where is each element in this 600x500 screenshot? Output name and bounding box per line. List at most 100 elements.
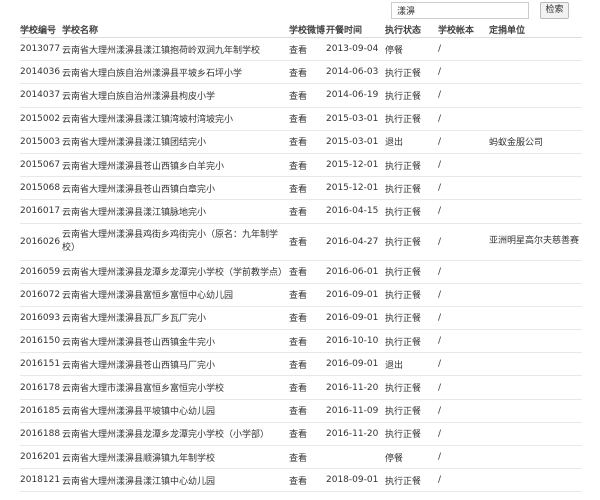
cell-code: 2016185 bbox=[20, 405, 61, 416]
cell-school-name: 云南省大理州漾濞县苍山西镇金牛完小 bbox=[62, 337, 216, 348]
cell-code: 2015003 bbox=[20, 136, 61, 147]
weibo-view-link[interactable]: 查看 bbox=[289, 307, 325, 329]
table-row: 2014037 云南省大理白族自治州漾濞县枸皮小学 查看 2014-06-19 执行正餐… bbox=[20, 84, 582, 108]
cell-school-name: 云南省大理州漾濞县顺濞镇九年制学校 bbox=[62, 453, 216, 464]
table-row: 2015067 云南省大理州漾濞县苍山西镇乡白羊完小 查看 2015-12-01 执行正… bbox=[20, 154, 582, 178]
cell-donor-unit bbox=[489, 307, 582, 329]
cell-school-name: 云南省大理州漾濞县龙潭乡龙潭完小学校（学前教学点） bbox=[62, 268, 288, 279]
cell-school-name: 云南省大理州漾濞县平坡镇中心幼儿园 bbox=[62, 407, 216, 418]
table-row: 2016150 云南省大理州漾濞县苍山西镇金牛完小 查看 2016-10-10 执行正餐… bbox=[20, 330, 582, 354]
cell-donor-unit bbox=[489, 108, 582, 130]
weibo-view-link[interactable]: 查看 bbox=[289, 84, 325, 106]
cell-status: 执行正餐 bbox=[385, 115, 422, 126]
weibo-view-link[interactable]: 查看 bbox=[289, 353, 325, 375]
search-bar: 检索 bbox=[391, 2, 569, 19]
cell-account: / bbox=[438, 336, 442, 347]
cell-start-date: 2016-09-01 bbox=[326, 289, 379, 300]
cell-school-name: 云南省大理州漾濞县瓦厂乡瓦厂完小 bbox=[62, 314, 207, 325]
cell-account: / bbox=[438, 266, 442, 277]
school-table: 学校编号 学校名称 学校微博 开餐时间 执行状态 学校帐本 定捐单位 20130… bbox=[20, 21, 582, 493]
header-date: 开餐时间 bbox=[326, 25, 363, 36]
weibo-view-link[interactable]: 查看 bbox=[289, 446, 325, 468]
table-row: 2015068 云南省大理州漾濞县苍山西镇白章完小 查看 2015-12-01 执行正餐… bbox=[20, 177, 582, 201]
cell-account: / bbox=[438, 312, 442, 323]
cell-donor-unit bbox=[489, 400, 582, 422]
cell-donor-unit bbox=[489, 84, 582, 106]
cell-account: / bbox=[438, 428, 442, 439]
cell-account: / bbox=[438, 289, 442, 300]
cell-status: 执行正餐 bbox=[385, 161, 422, 172]
weibo-view-link[interactable]: 查看 bbox=[289, 61, 325, 83]
cell-start-date bbox=[326, 446, 384, 468]
weibo-view-link[interactable]: 查看 bbox=[289, 224, 325, 260]
cell-account: / bbox=[438, 183, 442, 194]
cell-start-date: 2015-12-01 bbox=[326, 183, 379, 194]
cell-start-date: 2016-09-01 bbox=[326, 359, 379, 370]
weibo-view-link[interactable]: 查看 bbox=[289, 200, 325, 222]
cell-donor-unit bbox=[489, 469, 582, 491]
cell-donor-unit: 亚洲明星高尔夫慈善赛 bbox=[489, 236, 580, 246]
weibo-view-link[interactable]: 查看 bbox=[289, 376, 325, 398]
weibo-view-link[interactable]: 查看 bbox=[289, 131, 325, 153]
cell-donor-unit bbox=[489, 330, 582, 352]
cell-code: 2016017 bbox=[20, 206, 61, 217]
search-button[interactable]: 检索 bbox=[540, 2, 569, 19]
search-input[interactable] bbox=[391, 2, 529, 19]
cell-account: / bbox=[438, 44, 442, 55]
weibo-view-link[interactable]: 查看 bbox=[289, 108, 325, 130]
weibo-view-link[interactable]: 查看 bbox=[289, 177, 325, 199]
cell-start-date: 2016-10-10 bbox=[326, 336, 379, 347]
cell-school-name: 云南省大理州漾濞县漾江镇抱荷岭双涧九年制学校 bbox=[62, 45, 261, 56]
cell-code: 2013077 bbox=[20, 44, 61, 55]
weibo-view-link[interactable]: 查看 bbox=[289, 261, 325, 283]
cell-donor-unit bbox=[489, 423, 582, 445]
cell-status: 执行正餐 bbox=[385, 184, 422, 195]
cell-school-name: 云南省大理白族自治州漾濞县枸皮小学 bbox=[62, 91, 216, 102]
cell-account: / bbox=[438, 160, 442, 171]
weibo-view-link[interactable]: 查看 bbox=[289, 38, 325, 60]
cell-start-date: 2016-04-27 bbox=[326, 236, 379, 247]
cell-account: / bbox=[438, 405, 442, 416]
cell-account: / bbox=[438, 113, 442, 124]
weibo-view-link[interactable]: 查看 bbox=[289, 423, 325, 445]
table-header: 学校编号 学校名称 学校微博 开餐时间 执行状态 学校帐本 定捐单位 bbox=[20, 21, 582, 38]
cell-status: 停餐 bbox=[385, 45, 404, 56]
cell-donor-unit bbox=[489, 177, 582, 199]
table-row: 2016188 云南省大理州漾濞县龙潭乡龙潭完小学校（小学部） 查看 2016-11-… bbox=[20, 423, 582, 446]
cell-code: 2016201 bbox=[20, 452, 61, 463]
cell-account: / bbox=[438, 236, 442, 247]
cell-status: 退出 bbox=[385, 138, 404, 149]
header-name: 学校名称 bbox=[62, 25, 99, 36]
cell-status: 执行正餐 bbox=[385, 407, 422, 418]
table-row: 2016185 云南省大理州漾濞县平坡镇中心幼儿园 查看 2016-11-09 执行正餐… bbox=[20, 400, 582, 423]
cell-account: / bbox=[438, 90, 442, 101]
weibo-view-link[interactable]: 查看 bbox=[289, 154, 325, 176]
weibo-view-link[interactable]: 查看 bbox=[289, 469, 325, 491]
cell-code: 2014037 bbox=[20, 90, 61, 101]
cell-account: / bbox=[438, 452, 442, 463]
cell-status: 执行正餐 bbox=[385, 314, 422, 325]
weibo-view-link[interactable]: 查看 bbox=[289, 284, 325, 306]
cell-donor-unit bbox=[489, 284, 582, 306]
table-row: 2013077 云南省大理州漾濞县漾江镇抱荷岭双涧九年制学校 查看 2013-09-0… bbox=[20, 38, 582, 62]
header-account: 学校帐本 bbox=[438, 25, 475, 36]
cell-status: 执行正餐 bbox=[385, 430, 422, 441]
cell-school-name: 云南省大理州漾濞县漾江镇中心幼儿园 bbox=[62, 476, 216, 487]
cell-start-date: 2015-03-01 bbox=[326, 136, 379, 147]
cell-school-name: 云南省大理州漾濞县苍山西镇乡白羊完小 bbox=[62, 161, 225, 172]
cell-account: / bbox=[438, 206, 442, 217]
cell-school-name: 云南省大理州漾濞县漾江镇湾坡村湾坡完小 bbox=[62, 115, 234, 126]
cell-account: / bbox=[438, 136, 442, 147]
cell-start-date: 2016-04-15 bbox=[326, 206, 379, 217]
weibo-view-link[interactable]: 查看 bbox=[289, 400, 325, 422]
cell-code: 2015068 bbox=[20, 183, 61, 194]
cell-status: 执行正餐 bbox=[385, 268, 422, 279]
cell-status: 执行正餐 bbox=[385, 476, 422, 487]
cell-account: / bbox=[438, 382, 442, 393]
cell-school-name: 云南省大理州漾濞县龙潭乡龙潭完小学校（小学部） bbox=[62, 430, 270, 441]
cell-school-name: 云南省大理州漾濞县苍山西镇马厂完小 bbox=[62, 360, 216, 371]
cell-donor-unit bbox=[489, 154, 582, 176]
weibo-view-link[interactable]: 查看 bbox=[289, 330, 325, 352]
cell-status: 停餐 bbox=[385, 453, 404, 464]
header-unit: 定捐单位 bbox=[489, 25, 526, 36]
